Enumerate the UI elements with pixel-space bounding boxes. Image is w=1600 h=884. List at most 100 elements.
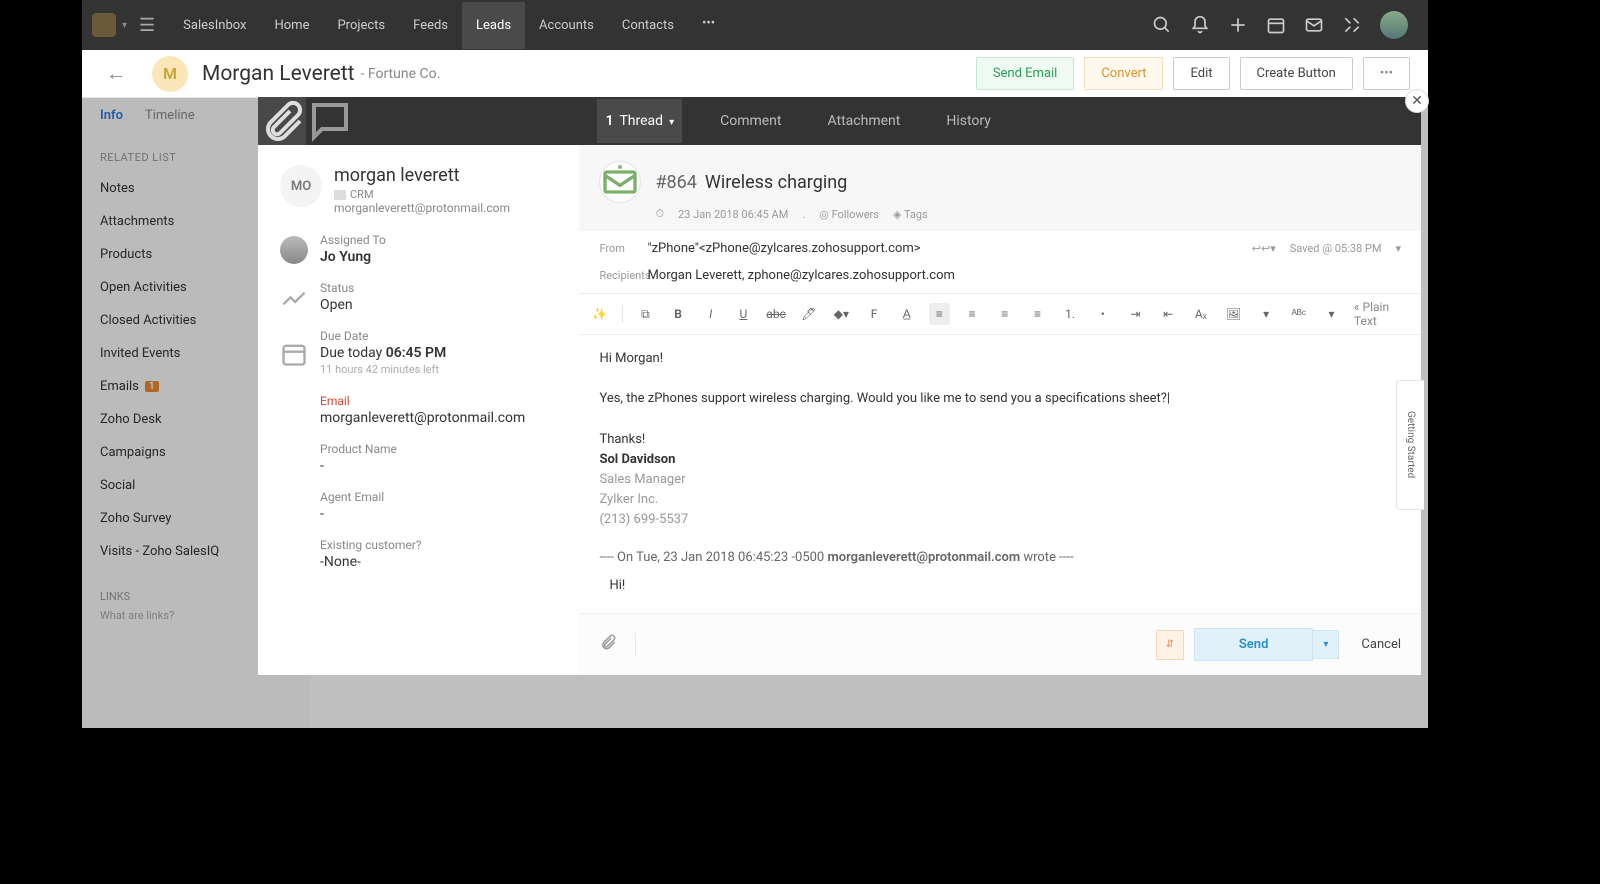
underline-icon[interactable]: U [733, 303, 754, 325]
edit-button[interactable]: Edit [1173, 57, 1229, 90]
modal-left-panel: MO morgan leverett CRM morganleverett@pr… [258, 97, 579, 675]
tab-attachment[interactable]: Attachment [819, 99, 908, 143]
existing-customer-value: -None- [320, 554, 421, 570]
nav-projects[interactable]: Projects [323, 2, 399, 49]
from-label: From [599, 242, 647, 255]
align-center-icon[interactable]: ≡ [962, 303, 983, 325]
status-label: Status [320, 281, 354, 295]
more-toolbar-icon[interactable]: ▾ [1256, 303, 1277, 325]
italic-icon[interactable]: I [700, 303, 721, 325]
ticket-clock-icon: ⏱ [655, 207, 664, 221]
back-arrow-icon[interactable]: ← [100, 55, 132, 92]
nav-feeds[interactable]: Feeds [399, 2, 462, 49]
calendar-small-icon [280, 329, 308, 376]
saved-dropdown-icon[interactable]: ▾ [1395, 242, 1401, 255]
font-size-icon[interactable]: A̲ [896, 303, 917, 325]
user-avatar[interactable] [1380, 11, 1408, 39]
recipients-label: Recipients [599, 269, 647, 282]
insert-image-icon[interactable]: 🖼 [1223, 303, 1244, 325]
contact-company: - Fortune Co. [361, 66, 441, 82]
agent-email-value: - [320, 506, 384, 522]
ticket-followers[interactable]: ◎ Followers [819, 208, 879, 221]
bell-icon[interactable] [1190, 15, 1210, 35]
contact-name: Morgan Leverett [202, 62, 355, 86]
magic-wand-icon[interactable]: ✨ [589, 303, 610, 325]
align-justify-icon[interactable]: ≡ [1027, 303, 1048, 325]
modal-tab-comment-icon[interactable] [306, 97, 354, 145]
lead-avatar: MO [280, 165, 322, 207]
app-frame: ▾ ☰ SalesInbox Home Projects Feeds Leads… [82, 0, 1428, 728]
product-name-label: Product Name [320, 442, 397, 456]
unordered-list-icon[interactable]: • [1092, 303, 1113, 325]
tab-comment[interactable]: Comment [712, 99, 789, 143]
recipients-value: Morgan Leverett, zphone@zylcares.zohosup… [647, 268, 954, 283]
lead-name: morgan leverett [334, 165, 510, 186]
send-email-button[interactable]: Send Email [976, 57, 1075, 90]
product-name-value: - [320, 458, 397, 474]
tools-icon[interactable] [1342, 15, 1362, 35]
ticket-id: #864 [655, 172, 696, 193]
modal-right-panel: 1Thread▾ Comment Attachment History #864… [579, 97, 1421, 675]
ticket-tags[interactable]: ◈ Tags [893, 208, 928, 221]
plus-icon[interactable] [1228, 15, 1248, 35]
bold-icon[interactable]: B [668, 303, 689, 325]
font-family-icon[interactable]: F [864, 303, 885, 325]
tab-thread[interactable]: 1Thread▾ [597, 99, 682, 143]
chevron-down-icon: ▾ [669, 117, 674, 128]
indent-icon[interactable]: ⇥ [1125, 303, 1146, 325]
brand-chevron-icon[interactable]: ▾ [122, 20, 127, 31]
strikethrough-icon[interactable]: abc [766, 303, 787, 325]
spellcheck-drop-icon[interactable]: ▾ [1321, 303, 1342, 325]
ordered-list-icon[interactable]: 1. [1060, 303, 1081, 325]
assigned-to-value: Jo Yung [320, 249, 386, 265]
nav-more-icon[interactable]: ••• [688, 2, 729, 49]
status-icon [280, 281, 308, 313]
saved-timestamp: Saved @ 05:38 PM [1290, 242, 1382, 255]
send-dropdown-icon[interactable]: ▾ [1313, 630, 1339, 659]
hamburger-icon[interactable]: ☰ [139, 15, 155, 36]
nav-home[interactable]: Home [260, 2, 323, 49]
modal-tab-attachment-icon[interactable] [258, 97, 306, 145]
copy-icon[interactable]: ⧉ [635, 303, 656, 325]
due-date-value: Due today 06:45 PM [320, 345, 446, 361]
nav-contacts[interactable]: Contacts [608, 2, 688, 49]
nav-salesinbox[interactable]: SalesInbox [169, 2, 260, 49]
status-value: Open [320, 297, 354, 313]
clear-format-icon[interactable]: Aₓ [1190, 303, 1211, 325]
convert-button[interactable]: Convert [1084, 57, 1163, 90]
nav-items: SalesInbox Home Projects Feeds Leads Acc… [169, 2, 729, 49]
mail-icon[interactable] [1304, 15, 1324, 35]
align-left-icon[interactable]: ≡ [929, 303, 950, 325]
attachment-icon[interactable] [599, 633, 636, 656]
send-button[interactable]: Send [1194, 628, 1314, 661]
spellcheck-icon[interactable]: ᴬᴮᶜ [1288, 303, 1309, 325]
more-button[interactable]: ••• [1363, 57, 1410, 90]
ticket-modal: ✕ MO morgan leverett CRM morganleverett@… [258, 97, 1421, 675]
nav-leads[interactable]: Leads [462, 2, 525, 49]
font-color-icon[interactable]: 🖊 [798, 303, 819, 325]
calendar-icon[interactable] [1266, 15, 1286, 35]
nav-accounts[interactable]: Accounts [525, 2, 608, 49]
collapse-icon[interactable]: ⇵ [1156, 630, 1184, 660]
ticket-date: 23 Jan 2018 06:45 AM [678, 208, 788, 221]
assignee-avatar [280, 236, 308, 264]
agent-email-label: Agent Email [320, 490, 384, 504]
create-button[interactable]: Create Button [1240, 57, 1353, 90]
plain-text-toggle[interactable]: « Plain Text [1354, 300, 1411, 328]
brand-logo[interactable] [92, 13, 116, 37]
reply-all-icon[interactable]: ↩↩▾ [1252, 242, 1276, 255]
getting-started-widget[interactable]: Getting Started [1396, 380, 1424, 510]
outdent-icon[interactable]: ⇤ [1158, 303, 1179, 325]
cancel-button[interactable]: Cancel [1361, 637, 1401, 652]
subheader: ← M Morgan Leverett - Fortune Co. Send E… [82, 50, 1428, 98]
search-icon[interactable] [1152, 15, 1172, 35]
ticket-title: Wireless charging [705, 172, 847, 193]
highlight-icon[interactable]: ◆▾ [831, 303, 852, 325]
align-right-icon[interactable]: ≡ [994, 303, 1015, 325]
email-editor[interactable]: Hi Morgan! Yes, the zPhones support wire… [579, 335, 1421, 613]
close-icon[interactable]: ✕ [1405, 89, 1429, 113]
from-value: "zPhone"<zPhone@zylcares.zohosupport.com… [647, 241, 920, 256]
tab-history[interactable]: History [938, 99, 999, 143]
due-date-label: Due Date [320, 329, 446, 343]
editor-toolbar: ✨ ⧉ B I U abc 🖊 ◆▾ F A̲ ≡ ≡ ≡ ≡ 1. • ⇥ ⇤… [579, 293, 1421, 335]
